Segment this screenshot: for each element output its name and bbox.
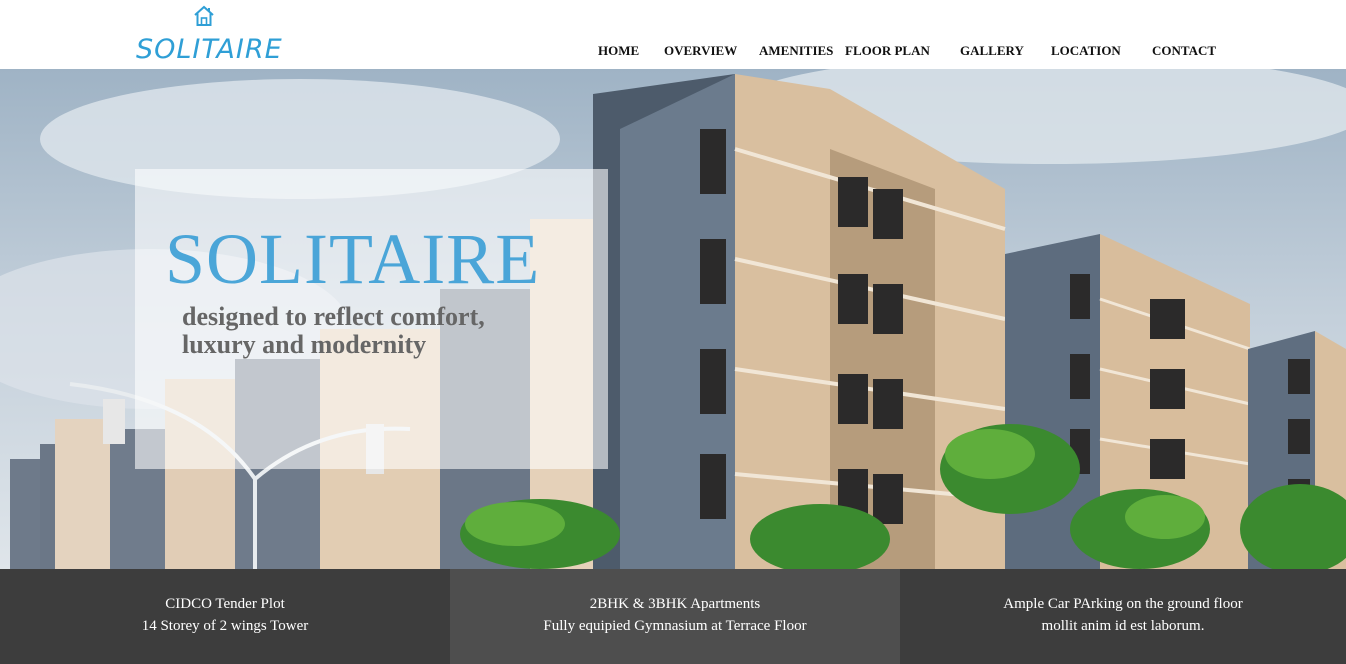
hero-subtitle: designed to reflect comfort, luxury and …: [182, 303, 602, 359]
feature-1-line1: CIDCO Tender Plot: [165, 596, 285, 612]
nav-gallery[interactable]: GALLERY: [960, 43, 1024, 59]
nav-location[interactable]: LOCATION: [1051, 43, 1121, 59]
feature-2-line2: Fully equipied Gymnasium at Terrace Floo…: [543, 618, 807, 634]
nav-amenities[interactable]: AMENITIES: [759, 43, 833, 59]
site-header: SOLITAIRE HOME OVERVIEW AMENITIES FLOOR …: [0, 0, 1346, 69]
feature-block-1: CIDCO Tender Plot 14 Storey of 2 wings T…: [0, 569, 450, 664]
features-bar: CIDCO Tender Plot 14 Storey of 2 wings T…: [0, 569, 1346, 664]
feature-1-line2: 14 Storey of 2 wings Tower: [141, 618, 309, 634]
nav-floor-plan[interactable]: FLOOR PLAN: [845, 43, 930, 59]
hero-subtitle-line2: luxury and modernity: [182, 330, 427, 359]
house-icon: [194, 5, 214, 26]
nav-contact[interactable]: CONTACT: [1152, 43, 1216, 59]
feature-3-line1: Ample Car PArking on the ground floor: [1003, 596, 1243, 612]
hero-intro-panel: SOLITAIRE designed to reflect comfort, l…: [135, 169, 608, 469]
feature-3-line2: mollit anim id est laborum.: [1041, 618, 1205, 634]
main-nav: HOME OVERVIEW AMENITIES FLOOR PLAN GALLE…: [0, 43, 1346, 61]
feature-block-2: 2BHK & 3BHK Apartments Fully equipied Gy…: [450, 569, 900, 664]
feature-2-line1: 2BHK & 3BHK Apartments: [589, 596, 761, 612]
feature-block-3: Ample Car PArking on the ground floor mo…: [900, 569, 1346, 664]
nav-home[interactable]: HOME: [598, 43, 639, 59]
hero-section: SOLITAIRE designed to reflect comfort, l…: [0, 69, 1346, 569]
hero-subtitle-line1: designed to reflect comfort,: [182, 302, 485, 331]
nav-overview[interactable]: OVERVIEW: [664, 43, 737, 59]
hero-title: SOLITAIRE: [165, 219, 541, 299]
